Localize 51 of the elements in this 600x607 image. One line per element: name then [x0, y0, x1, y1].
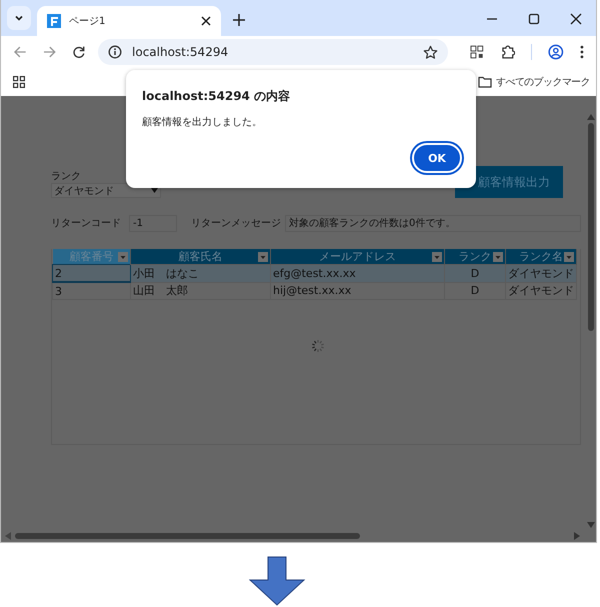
- apps-grid-icon[interactable]: [13, 76, 25, 88]
- filter-dropdown-icon[interactable]: [493, 252, 503, 262]
- close-icon[interactable]: [570, 13, 582, 25]
- return-code-field[interactable]: -1: [129, 214, 177, 232]
- address-bar[interactable]: localhost:54294: [98, 39, 448, 65]
- forward-arrow-icon[interactable]: [42, 45, 56, 59]
- table-cell: 山田 太郎: [130, 282, 270, 300]
- return-message-label: リターンメッセージ: [191, 217, 282, 230]
- new-tab-icon[interactable]: [233, 14, 245, 26]
- star-icon[interactable]: [423, 44, 438, 60]
- tab-title: ページ1: [69, 15, 106, 28]
- return-message-field[interactable]: 対象の顧客ランクの件数は0件です。: [285, 214, 581, 232]
- browser-tab[interactable]: ページ1: [37, 6, 221, 36]
- table-cell: D: [444, 282, 506, 300]
- app-logo-icon: [47, 14, 61, 28]
- filter-dropdown-icon[interactable]: [564, 252, 574, 262]
- return-code-label: リターンコード: [51, 217, 122, 230]
- puzzle-piece-icon[interactable]: [500, 44, 516, 60]
- table-cell: 3: [52, 282, 130, 300]
- info-icon[interactable]: [108, 45, 122, 59]
- table-cell: ダイヤモンド: [506, 282, 576, 300]
- bookmark-folder[interactable]: すべてのブックマーク: [478, 75, 590, 89]
- folder-icon: [478, 76, 492, 88]
- close-icon[interactable]: [201, 16, 211, 26]
- tab-search-button[interactable]: [7, 6, 31, 30]
- url-text: localhost:54294: [132, 45, 228, 59]
- dialog-title: localhost:54294 の内容: [142, 88, 292, 105]
- maximize-icon[interactable]: [528, 13, 540, 25]
- back-arrow-icon[interactable]: [13, 45, 27, 59]
- filter-dropdown-icon[interactable]: [118, 252, 128, 262]
- rank-label: ランク: [51, 170, 82, 183]
- table-cell: efg@test.xx.xx: [270, 264, 444, 282]
- rank-dropdown[interactable]: ダイヤモンド: [51, 183, 161, 198]
- filter-dropdown-icon[interactable]: [432, 252, 442, 262]
- chevron-down-icon: [14, 13, 24, 23]
- table-cell: 2: [52, 264, 130, 282]
- column-header[interactable]: ランク名: [506, 249, 576, 264]
- filter-dropdown-icon[interactable]: [258, 252, 268, 262]
- more-options-icon[interactable]: [580, 45, 584, 59]
- table-cell: hij@test.xx.xx: [270, 282, 444, 300]
- table-cell: 小田 はなこ: [130, 264, 270, 282]
- reload-icon[interactable]: [72, 45, 86, 59]
- table-cell: D: [444, 264, 506, 282]
- column-header[interactable]: ランク: [444, 249, 506, 264]
- ok-button[interactable]: OK: [412, 143, 462, 173]
- qr-code-icon[interactable]: [470, 45, 484, 59]
- profile-icon[interactable]: [548, 44, 564, 60]
- column-header[interactable]: メールアドレス: [270, 249, 444, 264]
- dialog-message: 顧客情報を出力しました。: [142, 116, 263, 129]
- table-cell: ダイヤモンド: [506, 264, 576, 282]
- column-header[interactable]: 顧客氏名: [130, 249, 270, 264]
